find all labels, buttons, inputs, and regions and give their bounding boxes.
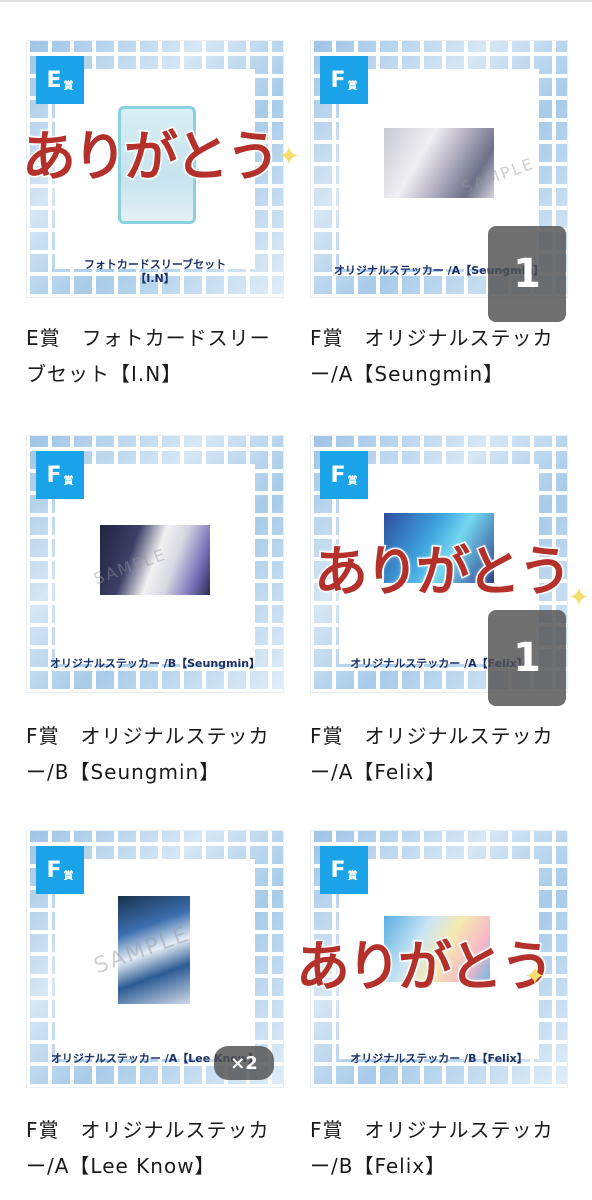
prize-badge: F賞 [320, 451, 368, 499]
product-card[interactable]: E賞 フォトカードスリーブセット 【I.N】 ありがとう ✦ [21, 40, 300, 298]
sparkle-icon: ✦ [568, 583, 590, 613]
image-count-badge: 1 [488, 226, 566, 322]
thumbnail-caption: オリジナルステッカー /B【Felix】 [350, 1052, 528, 1065]
thumbnail-caption: フォトカードスリーブセット 【I.N】 [83, 258, 227, 285]
prize-badge: F賞 [36, 846, 84, 894]
image-count-badge: 1 [488, 610, 566, 706]
prize-badge: F賞 [36, 451, 84, 499]
product-title[interactable]: F賞 オリジナルステッカー/A【Felix】 [310, 718, 570, 790]
prize-badge: E賞 [36, 56, 84, 104]
product-title[interactable]: F賞 オリジナルステッカー/A【Seungmin】 [310, 320, 570, 392]
top-divider [0, 0, 592, 2]
product-card[interactable]: F賞 オリジナルステッカー /B【Felix】 ありがとう ✦ [295, 830, 568, 1088]
product-title[interactable]: E賞 フォトカードスリーブセット【I.N】 [26, 320, 286, 392]
sparkle-icon: ✦ [524, 962, 546, 992]
thanks-banner: ありがとう [295, 934, 556, 1000]
product-title[interactable]: F賞 オリジナルステッカー/B【Felix】 [310, 1112, 570, 1184]
prize-badge: F賞 [320, 846, 368, 894]
sparkle-icon: ✦ [278, 142, 300, 172]
image-count-badge: ×2 [214, 1046, 274, 1080]
product-title[interactable]: F賞 オリジナルステッカー/B【Seungmin】 [26, 718, 286, 790]
thanks-banner: ありがとう [313, 539, 574, 605]
product-card[interactable]: F賞 SAMPLE オリジナルステッカー /B【Seungmin】 [26, 435, 284, 693]
thanks-banner: ありがとう [21, 124, 282, 190]
prize-badge: F賞 [320, 56, 368, 104]
product-title[interactable]: F賞 オリジナルステッカー/A【Lee Know】 [26, 1112, 286, 1184]
thumbnail-caption: オリジナルステッカー /B【Seungmin】 [49, 657, 261, 670]
